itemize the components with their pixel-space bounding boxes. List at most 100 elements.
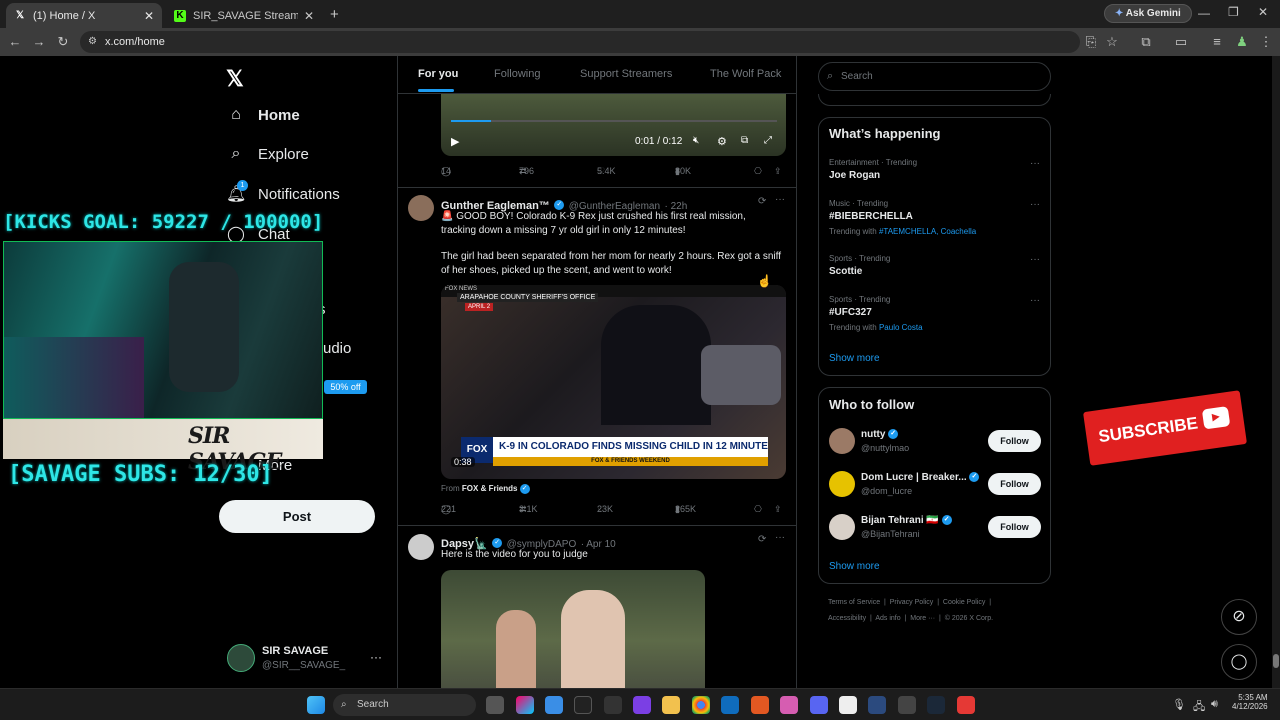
tab-for-you[interactable]: For you bbox=[418, 68, 458, 80]
bookmark-icon[interactable]: ⎔ bbox=[754, 166, 762, 177]
tab-the-wolf-pack[interactable]: The Wolf Pack bbox=[710, 68, 781, 80]
follow-name[interactable]: nutty ✓ bbox=[861, 429, 899, 440]
minimize-button[interactable]: — bbox=[1198, 6, 1210, 20]
copilot-icon[interactable] bbox=[516, 696, 534, 714]
messages-button[interactable]: ◯ bbox=[1221, 644, 1257, 680]
nav-home[interactable]: ⌂ Home bbox=[226, 106, 300, 124]
app-icon[interactable] bbox=[868, 696, 886, 714]
mute-icon[interactable]: 🔇︎ bbox=[693, 135, 699, 146]
app-icon[interactable] bbox=[721, 696, 739, 714]
footer-link[interactable]: Terms of Service bbox=[828, 599, 880, 606]
app-icon[interactable] bbox=[957, 696, 975, 714]
avatar[interactable] bbox=[408, 534, 434, 560]
post-button[interactable]: Post bbox=[219, 500, 375, 533]
footer-link[interactable]: Cookie Policy bbox=[943, 599, 985, 606]
nav-explore[interactable]: ⌕ Explore bbox=[226, 145, 309, 163]
follow-button[interactable]: Follow bbox=[988, 516, 1041, 538]
trend-name[interactable]: #BIEBERCHELLA bbox=[829, 211, 913, 222]
grok-icon[interactable]: ⟳ bbox=[758, 534, 766, 545]
footer-link[interactable]: Privacy Policy bbox=[890, 599, 934, 606]
profile-icon[interactable]: ♟ bbox=[1234, 34, 1250, 50]
trend-name[interactable]: Scottie bbox=[829, 266, 862, 277]
discord-icon[interactable] bbox=[810, 696, 828, 714]
nav-partial-label[interactable]: udio bbox=[323, 340, 351, 357]
tweet-video[interactable]: FOX NEWS ARAPAHOE COUNTY SHERIFF'S OFFIC… bbox=[441, 285, 786, 479]
bookmark-icon[interactable]: ⎔ bbox=[754, 504, 762, 515]
steam-icon[interactable] bbox=[927, 696, 945, 714]
footer-link[interactable]: Accessibility bbox=[828, 615, 866, 622]
follow-button[interactable]: Follow bbox=[988, 473, 1041, 495]
avatar[interactable] bbox=[829, 428, 855, 454]
forward-icon[interactable]: → bbox=[31, 34, 47, 50]
app-icon[interactable] bbox=[574, 696, 592, 714]
close-icon[interactable]: ✕ bbox=[144, 9, 154, 23]
restore-button[interactable]: ❐ bbox=[1228, 5, 1239, 19]
install-app-icon[interactable]: ⎘ bbox=[1083, 34, 1099, 50]
trend-name[interactable]: #UFC327 bbox=[829, 307, 872, 318]
footer-link[interactable]: More ··· bbox=[910, 615, 935, 622]
reload-icon[interactable]: ↻ bbox=[55, 34, 71, 50]
grok-button[interactable]: ⊘ bbox=[1221, 599, 1257, 635]
play-icon[interactable]: ▶ bbox=[451, 135, 459, 148]
video-progress-track[interactable] bbox=[451, 120, 777, 122]
avatar[interactable] bbox=[829, 471, 855, 497]
task-view-icon[interactable] bbox=[486, 696, 504, 714]
share-icon[interactable]: ⇪ bbox=[774, 504, 782, 515]
app-icon[interactable] bbox=[898, 696, 916, 714]
more-options-icon[interactable]: ··· bbox=[775, 532, 785, 543]
avatar[interactable] bbox=[227, 644, 255, 672]
taskbar-search[interactable]: ⌕ Search bbox=[333, 694, 476, 716]
x-logo-icon[interactable]: 𝕏 bbox=[226, 66, 244, 92]
address-bar[interactable]: ⚙ x.com/home bbox=[80, 31, 1080, 53]
new-tab-button[interactable]: + bbox=[330, 6, 339, 23]
trend-with-links[interactable]: #TAEMCHELLA, Coachella bbox=[879, 227, 976, 236]
app-icon[interactable] bbox=[839, 696, 857, 714]
show-more-link[interactable]: Show more bbox=[829, 353, 880, 364]
trend-more-icon[interactable]: ··· bbox=[1030, 199, 1040, 210]
show-more-link[interactable]: Show more bbox=[829, 561, 880, 572]
clock[interactable]: 5:35 AM 4/12/2026 bbox=[1232, 693, 1268, 711]
settings-icon[interactable]: ⚙ bbox=[717, 135, 727, 148]
close-icon[interactable]: ✕ bbox=[304, 9, 314, 23]
trend-more-icon[interactable]: ··· bbox=[1030, 295, 1040, 306]
trend-name[interactable]: Joe Rogan bbox=[829, 170, 880, 181]
file-explorer-icon[interactable] bbox=[662, 696, 680, 714]
menu-kebab-icon[interactable]: ⋮ bbox=[1258, 34, 1274, 50]
follow-name[interactable]: Bijan Tehrani 🇮🇷 ✓ bbox=[861, 515, 952, 526]
fullscreen-icon[interactable]: ⤢ bbox=[764, 135, 772, 146]
trend-more-icon[interactable]: ··· bbox=[1030, 158, 1040, 169]
tab-x-home[interactable]: 𝕏 (1) Home / X ✕ bbox=[6, 3, 162, 28]
tweet-video[interactable] bbox=[441, 570, 705, 688]
tab-support-streamers[interactable]: Support Streamers bbox=[580, 68, 672, 80]
back-icon[interactable]: ← bbox=[7, 34, 23, 50]
nav-notifications[interactable]: 🔔︎ 1 Notifications bbox=[226, 180, 340, 204]
footer-link[interactable]: Ads info bbox=[875, 615, 900, 622]
tab-following[interactable]: Following bbox=[494, 68, 540, 80]
mic-icon[interactable]: 🎙︎ bbox=[1172, 698, 1186, 711]
source-name[interactable]: FOX & Friends bbox=[462, 484, 518, 493]
start-icon[interactable] bbox=[307, 696, 325, 714]
network-icon[interactable]: 🖧︎ bbox=[1193, 698, 1205, 717]
scrollbar[interactable] bbox=[1272, 56, 1280, 688]
pip-icon[interactable]: ⧉ bbox=[741, 135, 748, 146]
avatar[interactable] bbox=[829, 514, 855, 540]
window-close-button[interactable]: ✕ bbox=[1258, 5, 1268, 19]
grok-icon[interactable]: ⟳ bbox=[758, 196, 766, 207]
chrome-icon[interactable] bbox=[692, 696, 710, 714]
media-controls-icon[interactable]: ≡ bbox=[1209, 34, 1225, 50]
avatar[interactable] bbox=[408, 195, 434, 221]
premium-discount-badge[interactable]: 50% off bbox=[324, 380, 367, 394]
search-input[interactable]: ⌕ Search bbox=[818, 62, 1051, 91]
app-icon[interactable] bbox=[633, 696, 651, 714]
more-options-icon[interactable]: ··· bbox=[775, 194, 785, 205]
follow-button[interactable]: Follow bbox=[988, 430, 1041, 452]
desktop-icon[interactable] bbox=[545, 696, 563, 714]
follow-name[interactable]: Dom Lucre | Breaker... ✓ bbox=[861, 472, 980, 483]
trend-more-icon[interactable]: ··· bbox=[1030, 254, 1040, 265]
extensions-icon[interactable]: ⧉ bbox=[1138, 34, 1154, 50]
app-icon[interactable] bbox=[780, 696, 798, 714]
app-icon[interactable] bbox=[604, 696, 622, 714]
bookmark-star-icon[interactable]: ☆ bbox=[1104, 34, 1120, 50]
video-player[interactable]: ▶ 0:01 / 0:12 🔇︎ ⚙ ⧉ ⤢ bbox=[441, 94, 786, 156]
tab-kick-stream[interactable]: K SIR_SAVAGE Stream - Watch Liv ✕ bbox=[166, 3, 322, 28]
